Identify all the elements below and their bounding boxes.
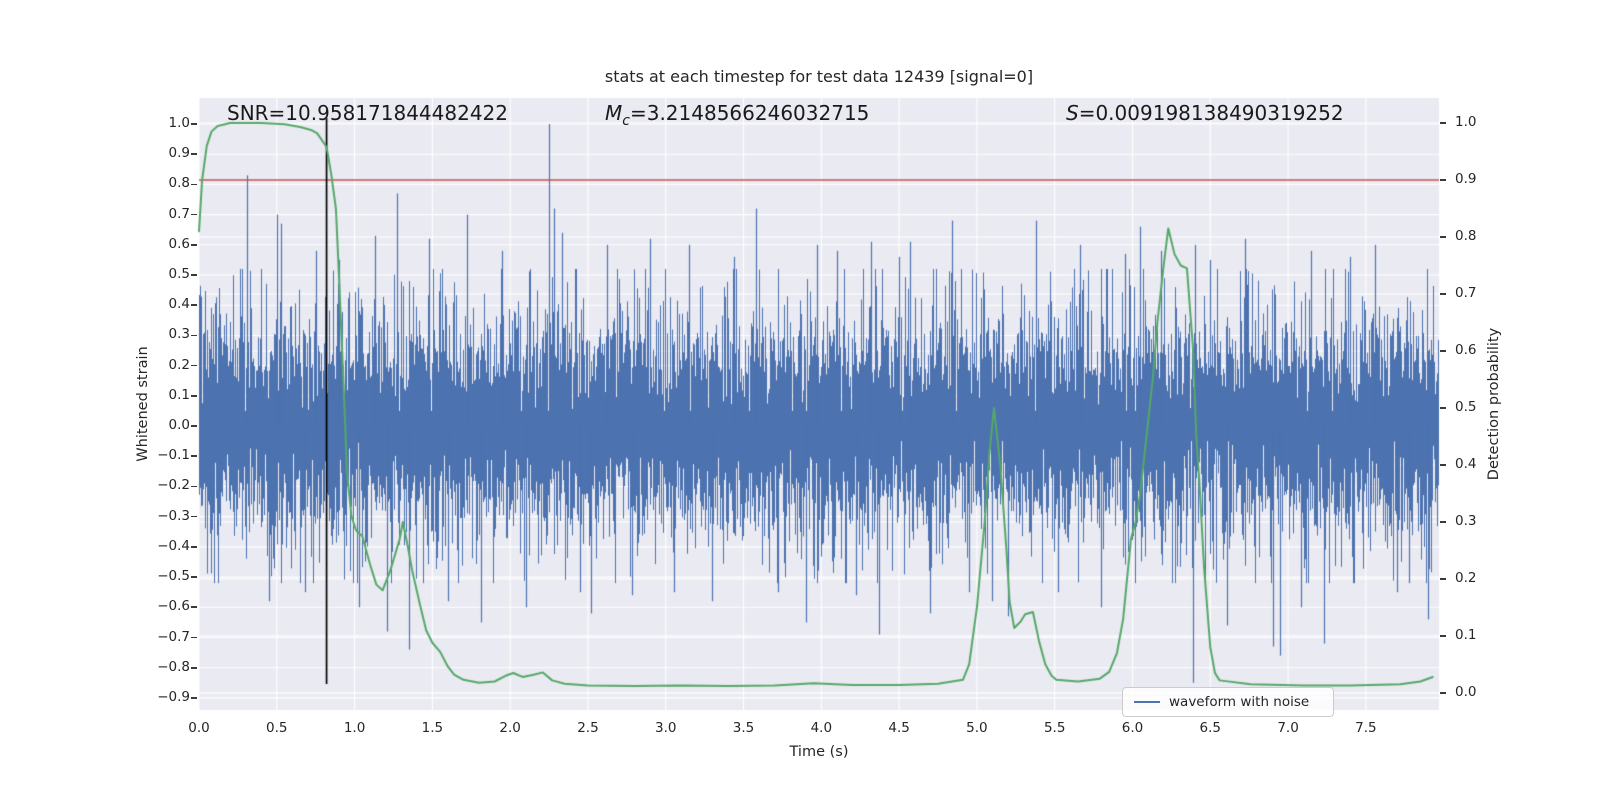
s-annotation: S=0.009198138490319252 bbox=[1066, 101, 1344, 125]
x-tick-label: 3.5 bbox=[732, 720, 755, 736]
x-tick-label: 6.5 bbox=[1199, 720, 1222, 736]
y-tick-label-left: −0.6 bbox=[157, 598, 190, 615]
y-tick-label-left: 0.3 bbox=[168, 326, 190, 343]
x-tick-label: 1.0 bbox=[343, 720, 366, 736]
y-tick-mark-left bbox=[191, 183, 197, 186]
y-tick-mark-left bbox=[191, 485, 197, 488]
y-tick-mark-right bbox=[1440, 578, 1446, 580]
y-tick-label-right: 0.8 bbox=[1455, 228, 1477, 245]
x-tick-label: 5.5 bbox=[1043, 720, 1066, 736]
y-tick-mark-right bbox=[1440, 692, 1446, 694]
y-tick-label-left: 0.0 bbox=[168, 417, 190, 434]
legend-line-sample bbox=[1134, 701, 1160, 703]
y-tick-mark-left bbox=[191, 455, 197, 458]
x-tick-label: 5.0 bbox=[966, 720, 988, 736]
y-tick-label-left: 0.1 bbox=[168, 386, 190, 403]
y-tick-mark-left bbox=[191, 274, 197, 276]
figure: stats at each timestep for test data 124… bbox=[0, 0, 1600, 800]
x-tick-label: 1.5 bbox=[421, 720, 444, 736]
y-tick-mark-left bbox=[191, 546, 197, 548]
y-tick-label-right: 0.2 bbox=[1455, 569, 1477, 586]
y-tick-label-left: 0.2 bbox=[168, 356, 190, 373]
y-tick-label-left: −0.4 bbox=[157, 537, 190, 554]
y-tick-mark-right bbox=[1440, 635, 1446, 637]
y-tick-label-left: −0.1 bbox=[157, 447, 190, 464]
y-tick-mark-left bbox=[191, 606, 197, 609]
x-tick-label: 2.0 bbox=[499, 720, 521, 736]
y-tick-label-left: 0.5 bbox=[168, 266, 190, 282]
y-tick-label-right: 0.9 bbox=[1455, 171, 1477, 188]
x-tick-label: 7.5 bbox=[1355, 720, 1377, 736]
y-tick-label-left: −0.5 bbox=[157, 568, 190, 585]
chirp-mass-annotation: Mc=3.2148566246032715 bbox=[605, 101, 869, 129]
y-tick-label-right: 0.5 bbox=[1455, 398, 1477, 415]
y-tick-label-left: −0.7 bbox=[157, 628, 190, 645]
y-tick-label-right: 0.0 bbox=[1455, 683, 1477, 700]
y-tick-mark-left bbox=[191, 697, 197, 699]
x-tick-label: 7.0 bbox=[1277, 720, 1299, 736]
y-tick-label-left: 0.7 bbox=[168, 205, 190, 222]
chirp-mass-subscript: c bbox=[622, 113, 630, 129]
x-tick-label: 3.0 bbox=[655, 720, 677, 736]
y-tick-label-left: −0.3 bbox=[157, 507, 190, 524]
y-tick-label-right: 0.1 bbox=[1455, 626, 1477, 643]
y-tick-label-right: 0.3 bbox=[1455, 512, 1477, 529]
legend: waveform with noise bbox=[1122, 687, 1334, 717]
x-axis-label: Time (s) bbox=[789, 744, 849, 760]
y-tick-label-left: −0.8 bbox=[157, 658, 190, 675]
y-tick-mark-left bbox=[191, 515, 197, 518]
y-tick-label-left: 0.8 bbox=[168, 175, 190, 192]
y-tick-mark-right bbox=[1440, 179, 1446, 181]
snr-annotation: SNR=10.958171844482422 bbox=[227, 101, 508, 125]
y-tick-label-right: 0.6 bbox=[1455, 342, 1477, 358]
y-tick-mark-left bbox=[191, 636, 197, 639]
y-tick-label-left: −0.9 bbox=[157, 688, 190, 705]
y-tick-mark-left bbox=[191, 304, 197, 307]
y-tick-mark-right bbox=[1440, 293, 1446, 295]
y-tick-label-right: 1.0 bbox=[1455, 114, 1477, 131]
y-tick-mark-right bbox=[1440, 122, 1446, 124]
y-tick-mark-left bbox=[191, 244, 197, 246]
s-symbol: S bbox=[1066, 101, 1079, 125]
y-tick-label-right: 0.7 bbox=[1455, 285, 1477, 302]
y-tick-mark-left bbox=[191, 425, 197, 427]
y-tick-mark-left bbox=[191, 123, 197, 125]
y-tick-mark-right bbox=[1440, 350, 1446, 352]
y-tick-label-left: 0.6 bbox=[168, 235, 190, 252]
x-tick-label: 4.0 bbox=[810, 720, 833, 736]
y-tick-mark-right bbox=[1440, 521, 1446, 523]
y-tick-label-left: 1.0 bbox=[168, 114, 190, 131]
x-tick-label: 0.0 bbox=[188, 720, 210, 736]
x-tick-label: 0.5 bbox=[266, 720, 288, 736]
y-tick-label-right: 0.4 bbox=[1455, 455, 1477, 472]
chirp-mass-value: =3.2148566246032715 bbox=[629, 101, 870, 125]
y-tick-mark-right bbox=[1440, 407, 1446, 409]
s-value: =0.009198138490319252 bbox=[1078, 101, 1344, 125]
y-tick-mark-right bbox=[1440, 236, 1446, 238]
x-tick-label: 4.5 bbox=[888, 720, 910, 736]
chart-title: stats at each timestep for test data 124… bbox=[604, 67, 1034, 86]
legend-label: waveform with noise bbox=[1169, 694, 1310, 710]
y-tick-mark-left bbox=[191, 364, 197, 367]
x-tick-label: 2.5 bbox=[577, 720, 599, 736]
y-tick-mark-left bbox=[191, 153, 197, 155]
x-tick-label: 6.0 bbox=[1121, 720, 1144, 736]
y-tick-mark-left bbox=[191, 395, 197, 397]
y-tick-mark-left bbox=[191, 334, 197, 337]
chirp-mass-symbol: M bbox=[605, 101, 623, 125]
y-tick-label-left: −0.2 bbox=[157, 477, 190, 494]
y-tick-mark-left bbox=[191, 213, 197, 216]
y-tick-mark-right bbox=[1440, 464, 1446, 466]
y-tick-mark-left bbox=[191, 576, 197, 578]
y-tick-mark-left bbox=[191, 666, 197, 669]
y-tick-label-left: 0.4 bbox=[168, 296, 190, 313]
y-tick-label-left: 0.9 bbox=[168, 145, 190, 162]
